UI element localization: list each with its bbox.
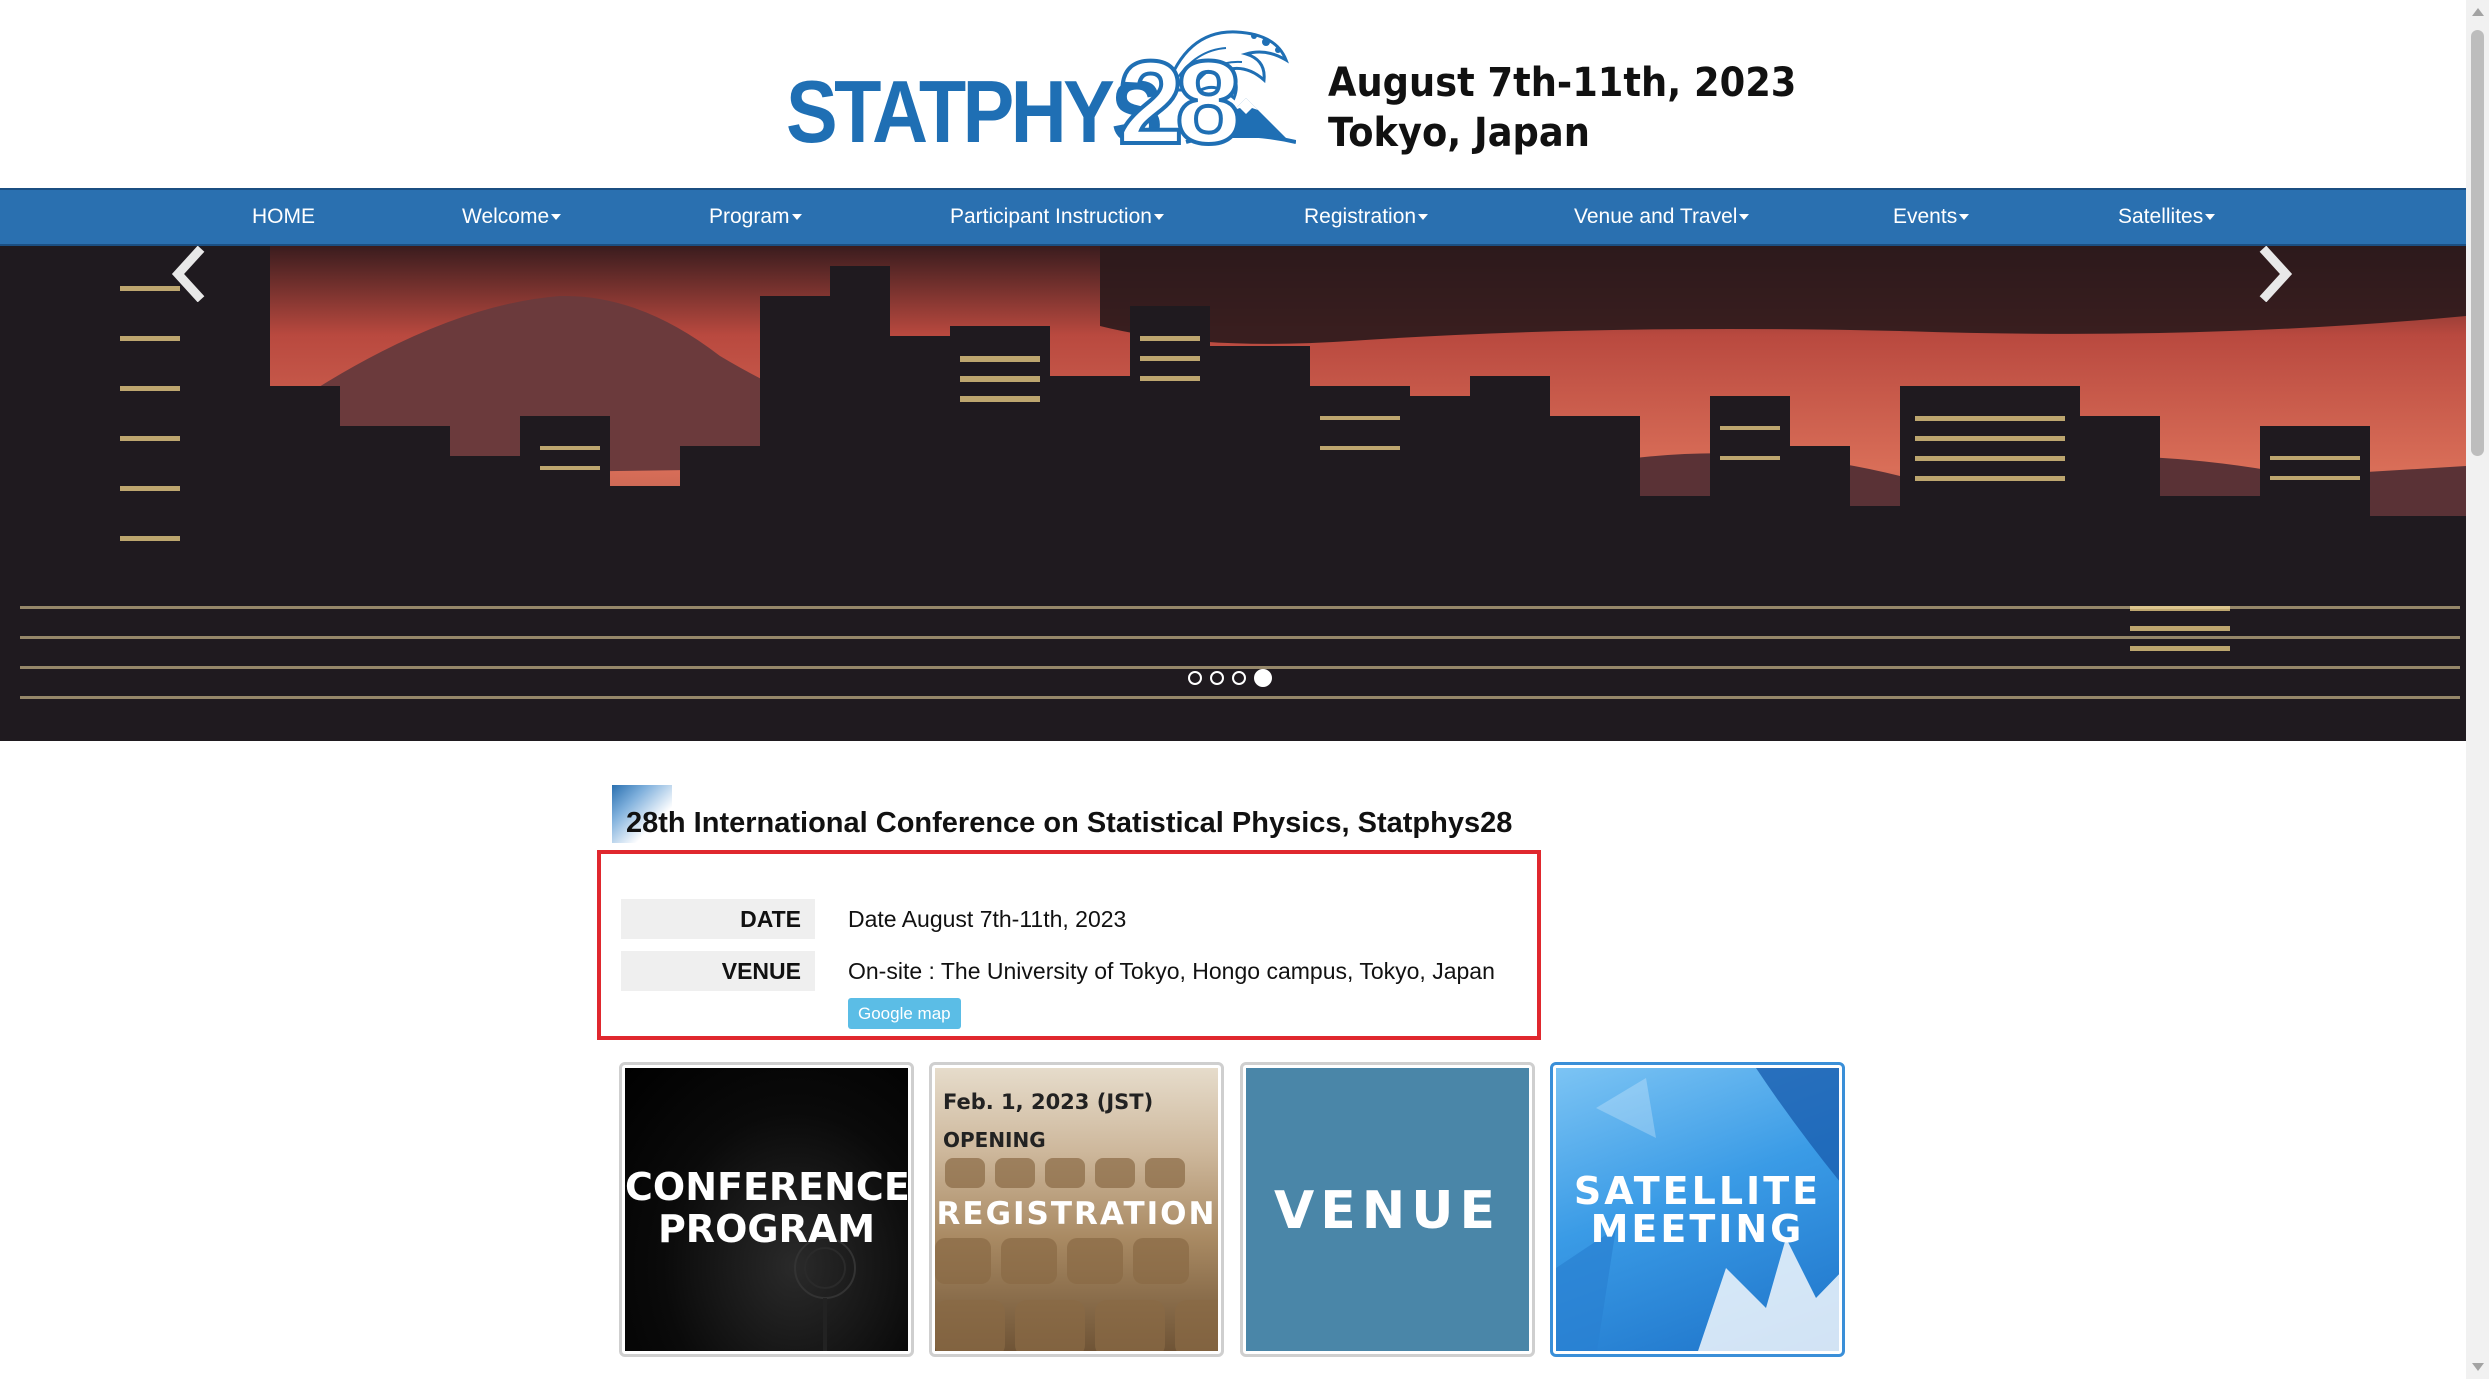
page-scrollbar[interactable] (2466, 0, 2489, 1379)
nav-welcome-label: Welcome (462, 205, 550, 228)
date-label: DATE (621, 899, 815, 939)
nav-venue-travel-label: Venue and Travel (1574, 205, 1738, 228)
carousel-prev-button[interactable] (168, 246, 208, 302)
logo-text: STATPHYS (786, 62, 1163, 161)
tile-satellite-line2: MEETING (1590, 1207, 1805, 1251)
carousel-indicators (1188, 668, 1272, 688)
event-info-box: DATE Date August 7th-11th, 2023 VENUE On… (597, 850, 1541, 1040)
caret-down-icon (1418, 214, 1429, 221)
date-value: Date August 7th-11th, 2023 (848, 906, 1127, 932)
chevron-right-icon (2259, 246, 2293, 302)
scroll-up-icon[interactable] (2472, 8, 2484, 16)
nav-events-label: Events (1893, 205, 1958, 228)
nav-home[interactable]: HOME (252, 190, 315, 244)
tile-program-line2: PROGRAM (657, 1207, 876, 1251)
tile-bg: VENUE (1246, 1068, 1529, 1351)
nav-welcome[interactable]: Welcome (462, 190, 562, 244)
satellite-meeting-tile[interactable]: SATELLITE MEETING (1550, 1062, 1845, 1357)
venue-tile[interactable]: VENUE (1240, 1062, 1535, 1357)
caret-down-icon (2205, 214, 2216, 221)
registration-opening-date: Feb. 1, 2023 (JST) (943, 1090, 1154, 1114)
carousel-dot-3[interactable] (1232, 671, 1246, 685)
scroll-thumb[interactable] (2471, 30, 2484, 456)
tile-satellite-line1: SATELLITE (1573, 1169, 1822, 1213)
venue-value: On-site : The University of Tokyo, Hongo… (848, 958, 1495, 984)
tile-bg: Feb. 1, 2023 (JST) OPENING REGISTRATION (935, 1068, 1218, 1351)
google-map-button[interactable]: Google map (848, 998, 961, 1029)
nav-venue-travel[interactable]: Venue and Travel (1574, 190, 1750, 244)
carousel-dot-4[interactable] (1254, 669, 1272, 687)
nav-registration-label: Registration (1304, 205, 1417, 228)
tile-venue-label: VENUE (1273, 1181, 1502, 1241)
caret-down-icon (1739, 214, 1750, 221)
header-location: Tokyo, Japan (1328, 110, 1590, 156)
main-navbar: HOME Welcome Program Participant Instruc… (0, 188, 2466, 246)
caret-down-icon (1153, 214, 1164, 221)
tile-bg: SATELLITE MEETING (1556, 1068, 1839, 1351)
tile-bg: CONFERENCE PROGRAM (625, 1068, 908, 1351)
registration-opening-label: OPENING (943, 1128, 1046, 1152)
nav-participant-instruction-label: Participant Instruction (950, 205, 1152, 228)
header-event-info: August 7th-11th, 2023 Tokyo, Japan (1328, 58, 1796, 158)
tokyo-skyline-image (0, 246, 2466, 741)
page-title: 28th International Conference on Statist… (626, 807, 1513, 839)
carousel-dot-1[interactable] (1188, 671, 1202, 685)
nav-home-label: HOME (252, 205, 315, 228)
tile-program-line1: CONFERENCE (625, 1165, 908, 1209)
scroll-down-icon[interactable] (2472, 1363, 2484, 1371)
nav-events[interactable]: Events (1893, 190, 1970, 244)
tile-registration-label: REGISTRATION (936, 1196, 1217, 1232)
caret-down-icon (791, 214, 802, 221)
site-header: STATPHYS 28 August 7th-11th, 2023 Tokyo,… (0, 0, 2466, 188)
conference-program-tile[interactable]: CONFERENCE PROGRAM (619, 1062, 914, 1357)
nav-program-label: Program (709, 205, 790, 228)
registration-tile[interactable]: Feb. 1, 2023 (JST) OPENING REGISTRATION (929, 1062, 1224, 1357)
caret-down-icon (1959, 214, 1970, 221)
venue-label: VENUE (621, 951, 815, 991)
nav-satellites-label: Satellites (2118, 205, 2204, 228)
hero-carousel (0, 246, 2466, 741)
caret-down-icon (551, 214, 562, 221)
carousel-next-button[interactable] (2256, 246, 2296, 302)
page: STATPHYS 28 August 7th-11th, 2023 Tokyo,… (0, 0, 2489, 1379)
nav-satellites[interactable]: Satellites (2118, 190, 2216, 244)
logo-number: 28 (1116, 37, 1243, 169)
nav-program[interactable]: Program (709, 190, 802, 244)
nav-registration[interactable]: Registration (1304, 190, 1429, 244)
nav-participant-instruction[interactable]: Participant Instruction (950, 190, 1164, 244)
chevron-left-icon (171, 246, 205, 302)
carousel-dot-2[interactable] (1210, 671, 1224, 685)
statphys28-logo[interactable]: STATPHYS 28 (786, 20, 1296, 169)
header-date: August 7th-11th, 2023 (1328, 60, 1797, 106)
